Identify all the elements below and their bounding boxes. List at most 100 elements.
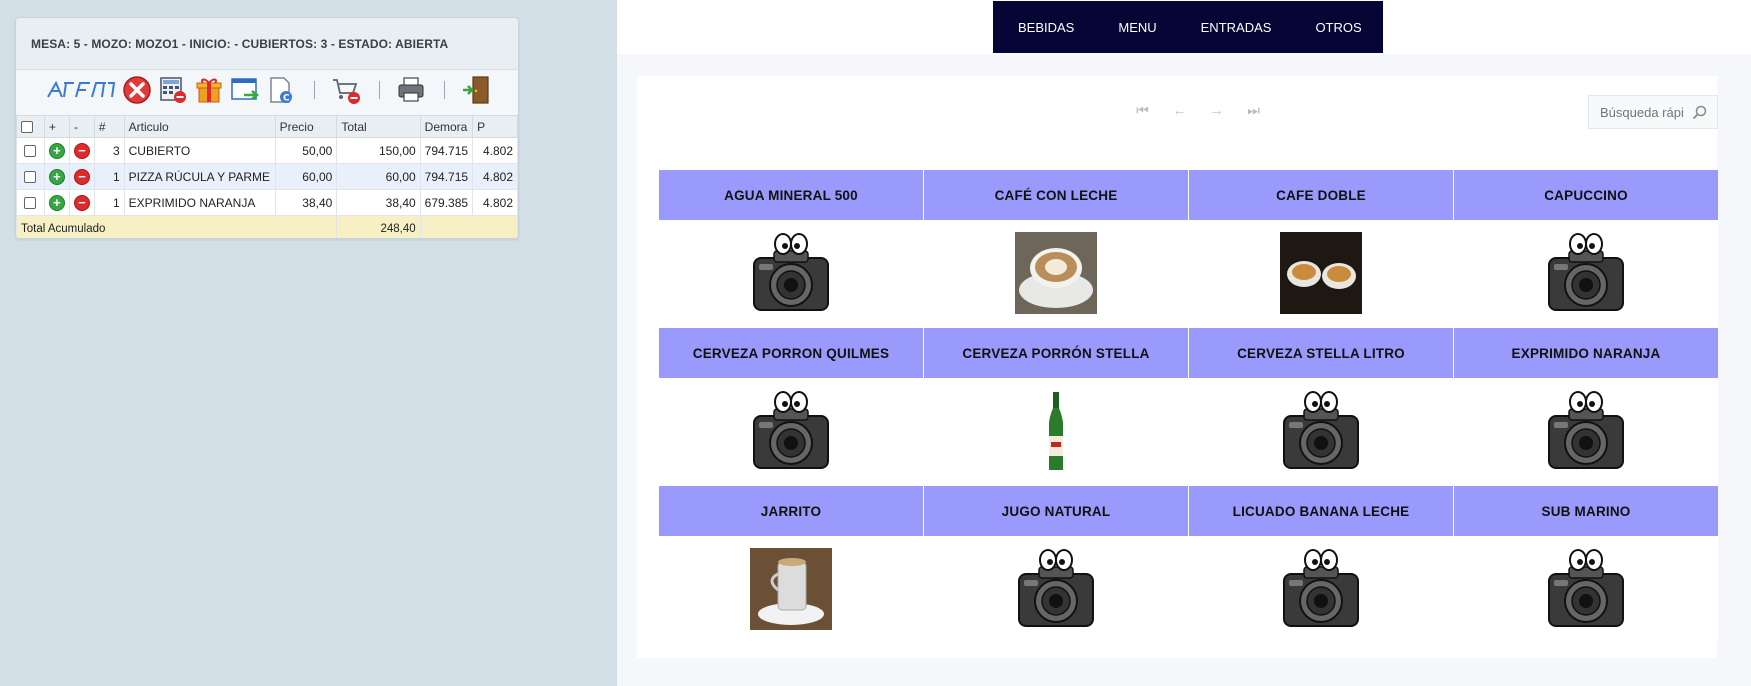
camera-placeholder-icon xyxy=(924,536,1188,642)
exit-door-icon[interactable] xyxy=(459,74,493,106)
col-articulo: Articulo xyxy=(123,115,276,138)
window-transfer-icon[interactable] xyxy=(228,74,262,106)
order-toolbar: C xyxy=(16,70,518,110)
col-minus: - xyxy=(68,115,95,138)
cancel-icon[interactable] xyxy=(120,74,154,106)
product-card[interactable]: CAFÉ CON LECHE xyxy=(924,170,1188,327)
product-name: JARRITO xyxy=(659,486,923,536)
row-articulo: PIZZA RÚCULA Y PARME xyxy=(123,163,276,190)
order-items-table: + - # Articulo Precio Total Demora P + −… xyxy=(16,115,518,238)
row-qty: 3 xyxy=(93,137,125,164)
row-articulo: EXPRIMIDO NARANJA xyxy=(123,189,276,216)
calculator-delete-icon[interactable] xyxy=(156,74,190,106)
order-header-text: MESA: 5 - MOZO: MOZO1 - INICIO: - CUBIER… xyxy=(31,36,449,51)
remove-button[interactable]: − xyxy=(68,189,95,216)
product-name: CERVEZA STELLA LITRO xyxy=(1189,328,1453,378)
toolbar-separator xyxy=(314,81,315,99)
row-checkbox[interactable] xyxy=(24,145,37,158)
minus-icon[interactable]: − xyxy=(73,194,90,211)
nav-item-entradas[interactable]: ENTRADAS xyxy=(1201,20,1272,35)
remove-button[interactable]: − xyxy=(68,137,95,164)
product-card[interactable]: LICUADO BANANA LECHE xyxy=(1189,486,1453,643)
product-card[interactable]: CAFE DOBLE xyxy=(1189,170,1453,327)
gift-icon[interactable] xyxy=(192,74,226,106)
row-demora: 679.385 xyxy=(419,189,474,216)
product-card[interactable]: JARRITO xyxy=(659,486,923,643)
row-articulo: CUBIERTO xyxy=(123,137,276,164)
remove-button[interactable]: − xyxy=(68,163,95,190)
product-card[interactable]: CERVEZA PORRÓN STELLA xyxy=(924,328,1188,485)
select-all-checkbox[interactable] xyxy=(21,121,33,134)
plus-icon[interactable]: + xyxy=(48,142,65,159)
logo-icon[interactable] xyxy=(46,74,118,106)
camera-placeholder-icon xyxy=(1454,220,1718,326)
col-demora: Demora xyxy=(419,115,474,138)
product-card[interactable]: CERVEZA STELLA LITRO xyxy=(1189,328,1453,485)
product-name: CAPUCCINO xyxy=(1454,170,1718,220)
prev-page-icon[interactable]: ← xyxy=(1161,102,1198,119)
row-demora: 794.715 xyxy=(419,137,474,164)
add-button[interactable]: + xyxy=(43,189,70,216)
total-value: 248,40 xyxy=(336,215,421,238)
total-row: Total Acumulado 248,40 xyxy=(16,215,518,238)
table-row[interactable]: + − 1 PIZZA RÚCULA Y PARME 60,00 60,00 7… xyxy=(16,163,518,190)
product-name: JUGO NATURAL xyxy=(924,486,1188,536)
last-page-icon[interactable]: ⏭ xyxy=(1235,102,1272,119)
row-precio: 50,00 xyxy=(274,137,338,164)
col-qty: # xyxy=(93,115,125,138)
toolbar-separator xyxy=(444,81,445,99)
product-card[interactable]: CERVEZA PORRON QUILMES xyxy=(659,328,923,485)
cart-remove-icon[interactable] xyxy=(329,74,363,106)
row-checkbox-cell[interactable] xyxy=(16,137,45,164)
table-row[interactable]: + − 3 CUBIERTO 50,00 150,00 794.715 4.80… xyxy=(16,137,518,164)
row-p: 4.802 xyxy=(472,137,518,164)
search-icon[interactable] xyxy=(1692,105,1707,120)
product-name: CERVEZA PORRÓN STELLA xyxy=(924,328,1188,378)
nav-item-otros[interactable]: OTROS xyxy=(1315,20,1361,35)
next-page-icon[interactable]: → xyxy=(1198,102,1235,119)
total-filler xyxy=(419,215,518,238)
product-name: EXPRIMIDO NARANJA xyxy=(1454,328,1718,378)
row-total: 150,00 xyxy=(336,137,421,164)
camera-placeholder-icon xyxy=(659,220,923,326)
plus-icon[interactable]: + xyxy=(48,194,65,211)
row-checkbox[interactable] xyxy=(24,197,37,210)
product-card[interactable]: AGUA MINERAL 500 xyxy=(659,170,923,327)
col-total: Total xyxy=(336,115,421,138)
document-c-icon[interactable]: C xyxy=(264,74,298,106)
camera-placeholder-icon xyxy=(1189,536,1453,642)
row-precio: 60,00 xyxy=(274,163,338,190)
nav-item-menu[interactable]: MENU xyxy=(1118,20,1156,35)
row-checkbox[interactable] xyxy=(24,171,37,184)
row-precio: 38,40 xyxy=(274,189,338,216)
add-button[interactable]: + xyxy=(43,137,70,164)
product-name: AGUA MINERAL 500 xyxy=(659,170,923,220)
category-nav: BEBIDAS MENU ENTRADAS OTROS xyxy=(993,1,1383,53)
camera-placeholder-icon xyxy=(1454,536,1718,642)
nav-item-bebidas[interactable]: BEBIDAS xyxy=(1018,20,1074,35)
minus-icon[interactable]: − xyxy=(73,142,90,159)
product-name: CERVEZA PORRON QUILMES xyxy=(659,328,923,378)
printer-icon[interactable] xyxy=(394,74,428,106)
row-checkbox-cell[interactable] xyxy=(16,189,45,216)
search-input[interactable] xyxy=(1600,104,1690,120)
quick-search xyxy=(1588,95,1718,129)
product-card[interactable]: CAPUCCINO xyxy=(1454,170,1718,327)
select-all-header[interactable] xyxy=(16,115,45,138)
product-name: SUB MARINO xyxy=(1454,486,1718,536)
product-card[interactable]: JUGO NATURAL xyxy=(924,486,1188,643)
toolbar-separator xyxy=(379,81,380,99)
product-card[interactable]: SUB MARINO xyxy=(1454,486,1718,643)
order-header: MESA: 5 - MOZO: MOZO1 - INICIO: - CUBIER… xyxy=(16,18,518,70)
product-grid: AGUA MINERAL 500 CAFÉ CON LECHE CAFE DOBLE… xyxy=(659,170,1718,643)
product-card[interactable]: EXPRIMIDO NARANJA xyxy=(1454,328,1718,485)
minus-icon[interactable]: − xyxy=(73,168,90,185)
col-precio: Precio xyxy=(274,115,338,138)
table-row[interactable]: + − 1 EXPRIMIDO NARANJA 38,40 38,40 679.… xyxy=(16,189,518,216)
first-page-icon[interactable]: ⏮ xyxy=(1124,102,1161,119)
row-qty: 1 xyxy=(93,189,125,216)
row-checkbox-cell[interactable] xyxy=(16,163,45,190)
product-name: LICUADO BANANA LECHE xyxy=(1189,486,1453,536)
plus-icon[interactable]: + xyxy=(48,168,65,185)
add-button[interactable]: + xyxy=(43,163,70,190)
